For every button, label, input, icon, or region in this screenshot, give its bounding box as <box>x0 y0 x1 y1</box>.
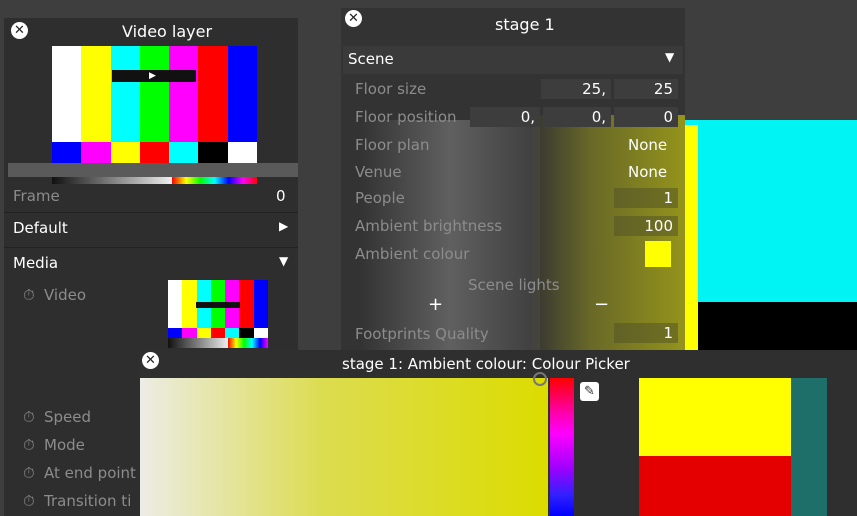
timer-icon[interactable]: ⏱ <box>23 464 35 482</box>
floor-plan-value[interactable]: None <box>628 136 667 154</box>
old-colour-swatch[interactable] <box>639 456 791 516</box>
floor-size-y-field[interactable]: 25 <box>614 79 678 99</box>
testcard-bar <box>81 46 112 142</box>
testcard-bar <box>169 46 200 142</box>
testcard-bar <box>110 46 141 142</box>
floor-position-z-field[interactable]: 0 <box>614 107 678 127</box>
ambient-colour-label: Ambient colour <box>355 245 470 263</box>
light-glow <box>360 120 540 355</box>
stage-wall-black <box>684 302 857 350</box>
testcard-bar <box>139 46 170 142</box>
saturation-value-area[interactable] <box>140 378 548 516</box>
testcard-bar <box>253 280 268 328</box>
testcard-bar <box>225 328 241 338</box>
floor-position-label: Floor position <box>355 108 457 126</box>
param-transition-label: Transition ti <box>44 492 132 510</box>
footprints-quality-label: Footprints Quality <box>355 325 489 343</box>
floor-position-y-field[interactable]: 0, <box>543 107 611 127</box>
collapse-icon[interactable]: ▼ <box>665 50 674 64</box>
frame-value[interactable]: 0 <box>276 187 286 205</box>
ambient-colour-swatch[interactable] <box>645 241 671 267</box>
testcard-bar <box>168 280 183 328</box>
panel-title: stage 1 <box>495 15 555 34</box>
ambient-brightness-field[interactable]: 100 <box>614 216 678 236</box>
timer-icon[interactable]: ⏱ <box>23 408 35 426</box>
video-scrubber[interactable] <box>8 163 298 177</box>
people-label: People <box>355 189 405 207</box>
testcard-bar <box>239 328 255 338</box>
close-icon[interactable]: ✕ <box>11 22 28 39</box>
stage-yellow-edge <box>684 125 698 350</box>
frame-label: Frame <box>13 187 60 205</box>
panel-title: Video layer <box>122 22 213 41</box>
panel-title: stage 1: Ambient colour: Colour Picker <box>342 355 630 373</box>
scene-section-label: Scene <box>348 50 394 68</box>
scene-lights-label: Scene lights <box>468 276 560 294</box>
play-icon: ▶ <box>149 71 156 81</box>
param-video-label: Video <box>44 286 87 304</box>
people-field[interactable]: 1 <box>614 188 678 208</box>
param-speed-label: Speed <box>44 408 92 426</box>
timer-icon[interactable]: ⏱ <box>23 492 35 510</box>
divider <box>4 247 298 248</box>
floor-size-x-field[interactable]: 25, <box>541 79 611 99</box>
floor-plan-label: Floor plan <box>355 136 430 154</box>
media-section[interactable]: Media <box>13 254 58 272</box>
param-at-end-point-label: At end point <box>44 464 136 482</box>
floor-size-label: Floor size <box>355 80 427 98</box>
testcard-bar <box>168 328 183 338</box>
new-colour-swatch <box>639 378 791 456</box>
close-icon[interactable]: ✕ <box>345 10 362 27</box>
testcard-playbar <box>196 302 240 308</box>
testcard-bar <box>52 46 82 142</box>
default-section[interactable]: Default <box>13 219 68 237</box>
divider <box>4 212 298 213</box>
video-thumbnail[interactable] <box>168 280 268 348</box>
timer-icon[interactable]: ⏱ <box>23 436 35 454</box>
testcard-bar <box>253 328 268 338</box>
timer-icon[interactable]: ⏱ <box>23 286 35 304</box>
eyedropper-icon[interactable]: ✎ <box>580 382 599 401</box>
venue-label: Venue <box>355 163 402 181</box>
testcard-gradient <box>168 338 228 348</box>
colour-selector-handle[interactable] <box>533 372 547 386</box>
testcard-bar <box>227 46 257 142</box>
testcard-bar <box>198 46 229 142</box>
testcard-rainbow <box>228 338 268 348</box>
expand-icon[interactable]: ▶ <box>279 219 288 233</box>
testcard-bar <box>196 328 212 338</box>
venue-value[interactable]: None <box>628 163 667 181</box>
ambient-brightness-label: Ambient brightness <box>355 217 503 235</box>
collapse-icon[interactable]: ▼ <box>279 254 288 268</box>
testcard-bar <box>182 328 198 338</box>
param-mode-label: Mode <box>44 436 85 454</box>
footprints-quality-field[interactable]: 1 <box>614 323 678 343</box>
scene-header[interactable] <box>343 46 683 74</box>
remove-light-button[interactable]: − <box>594 294 609 315</box>
testcard-bar <box>210 328 226 338</box>
stage-wall-cyan <box>684 120 857 302</box>
add-light-button[interactable]: + <box>428 294 443 315</box>
picker-side-area <box>791 378 827 516</box>
testcard-bar <box>239 280 255 328</box>
close-icon[interactable]: ✕ <box>142 352 159 369</box>
floor-position-x-field[interactable]: 0, <box>470 107 540 127</box>
hue-slider[interactable] <box>550 378 574 516</box>
